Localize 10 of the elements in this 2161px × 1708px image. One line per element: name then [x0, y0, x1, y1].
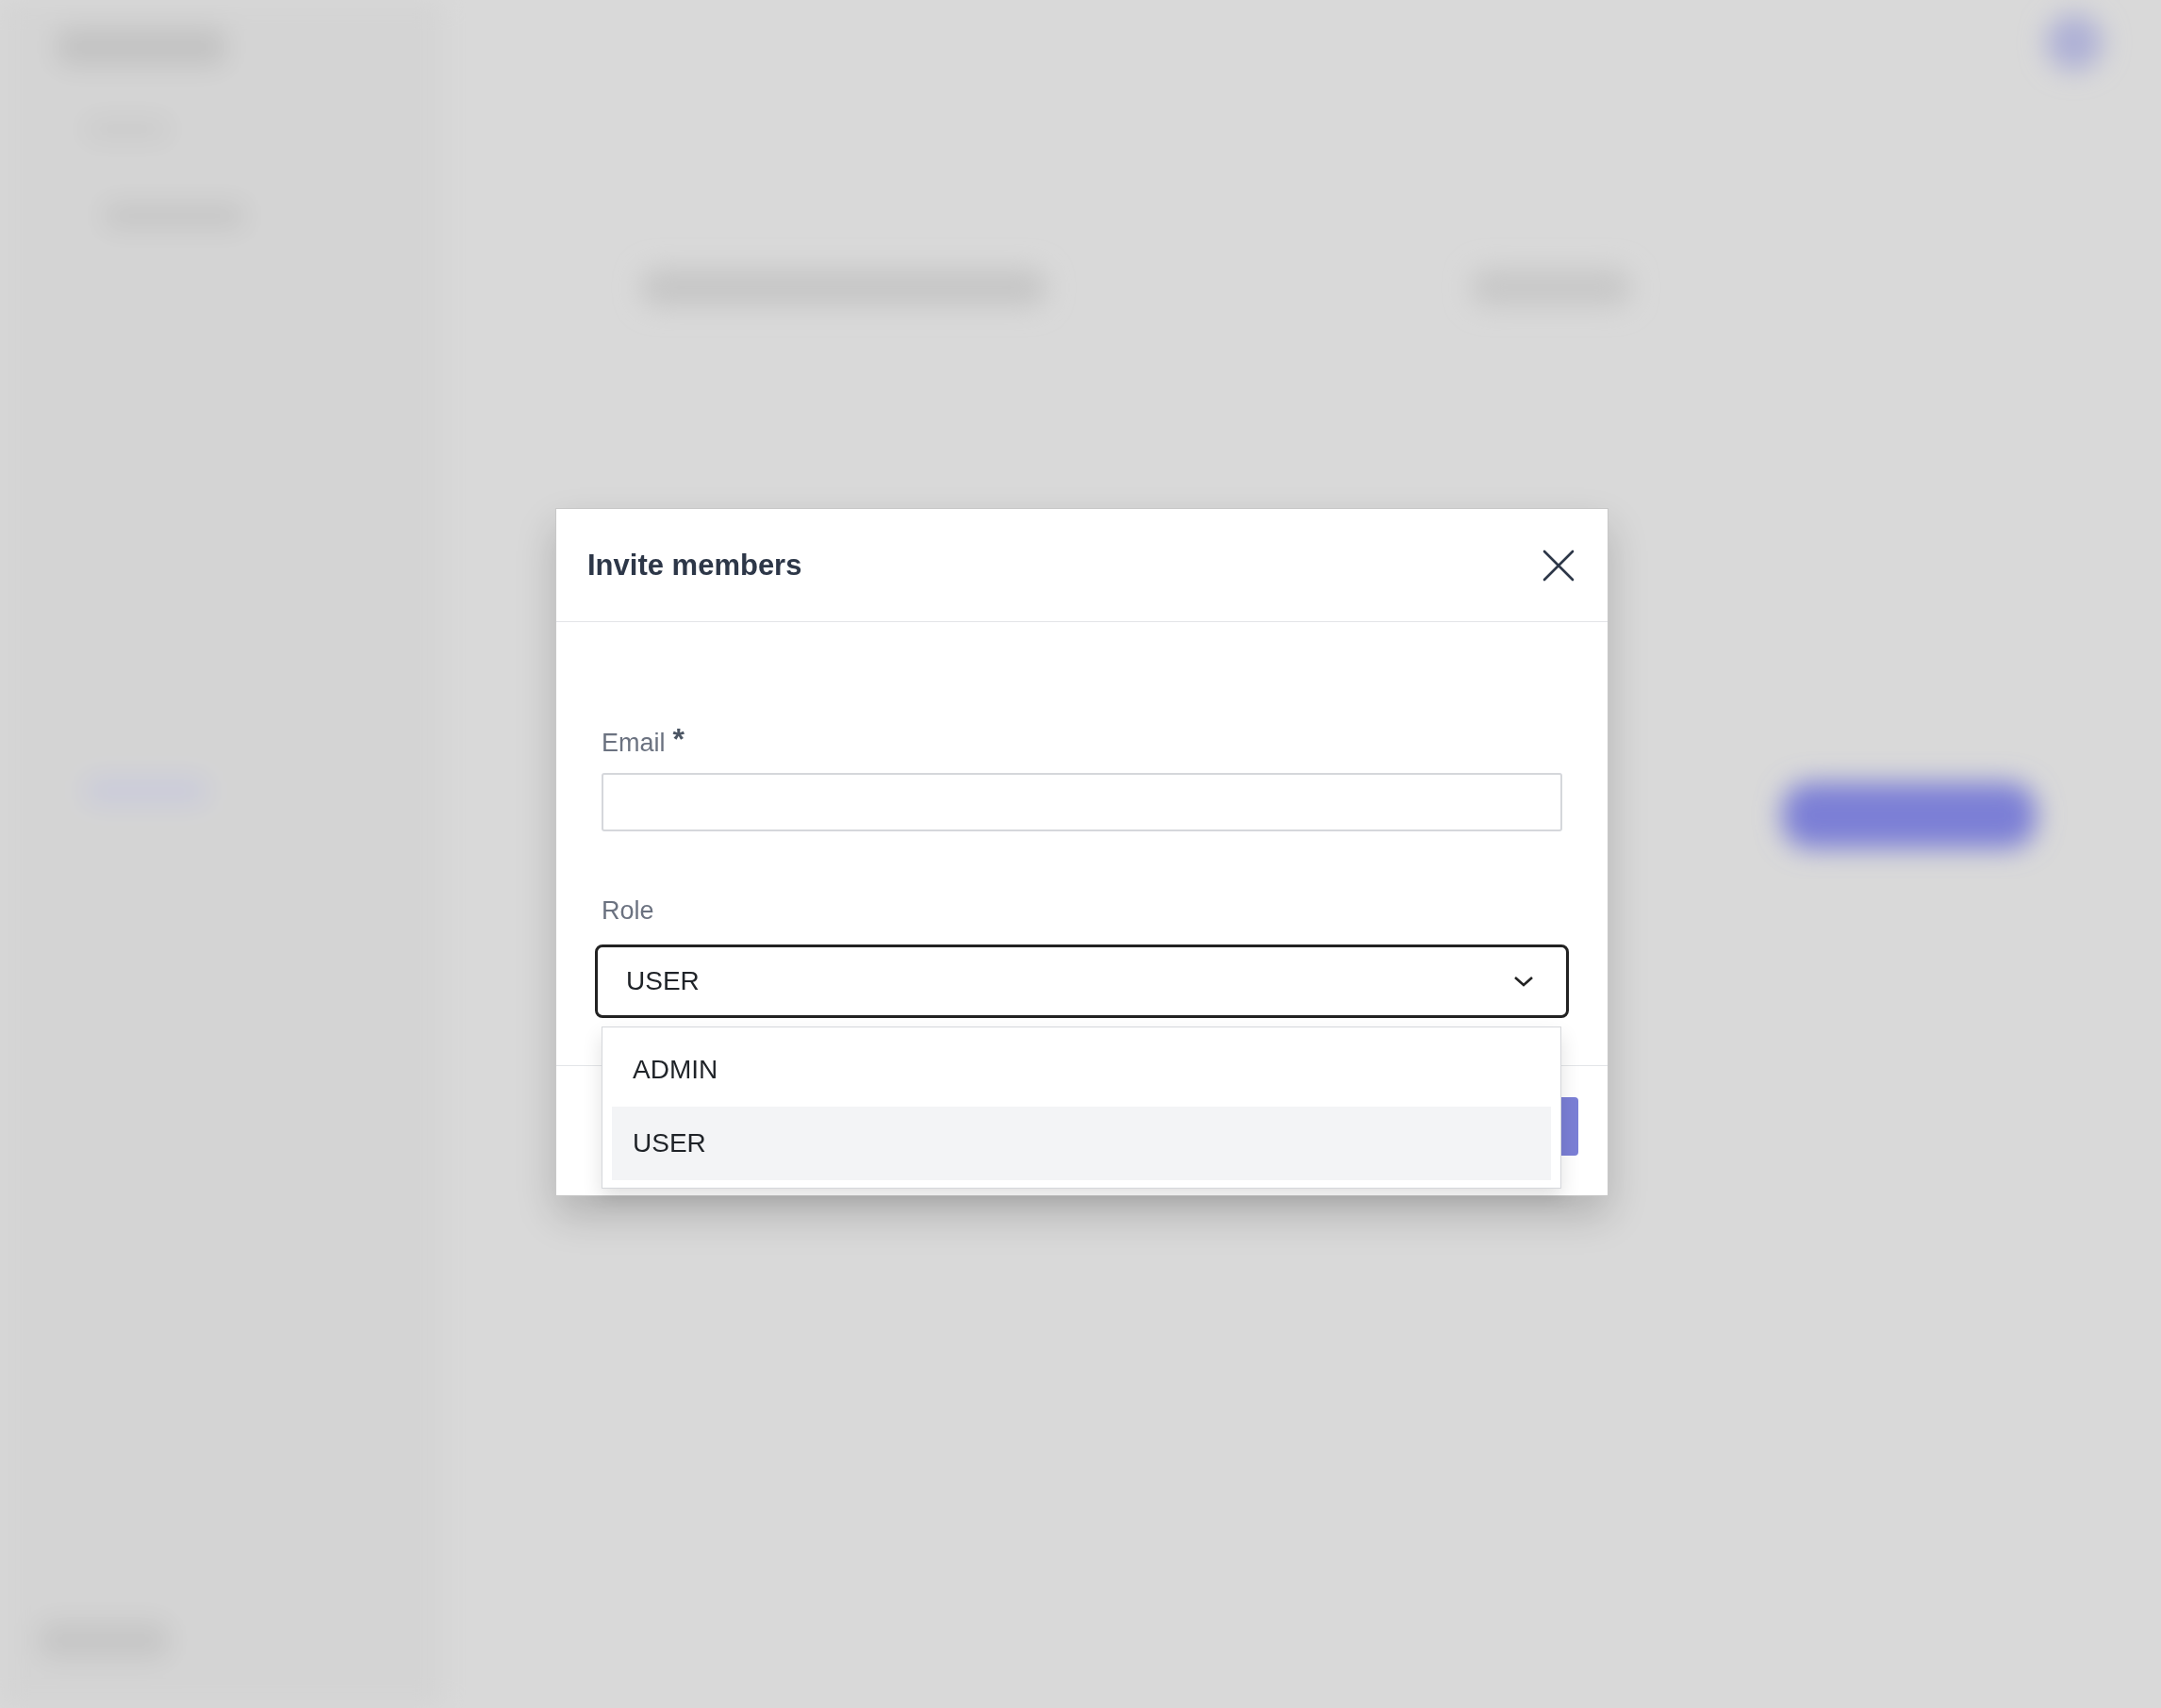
required-asterisk-icon: *: [672, 722, 685, 756]
role-select[interactable]: USER: [595, 944, 1569, 1018]
close-icon: [1542, 548, 1575, 583]
field-label: Email: [602, 728, 666, 759]
dropdown-option[interactable]: USER: [612, 1107, 1551, 1180]
email-field[interactable]: [602, 773, 1562, 831]
dialog-title: Invite members: [587, 547, 802, 583]
close-button[interactable]: [1542, 548, 1575, 583]
field-label: Role: [602, 895, 654, 927]
chevron-down-icon: [1513, 975, 1534, 988]
